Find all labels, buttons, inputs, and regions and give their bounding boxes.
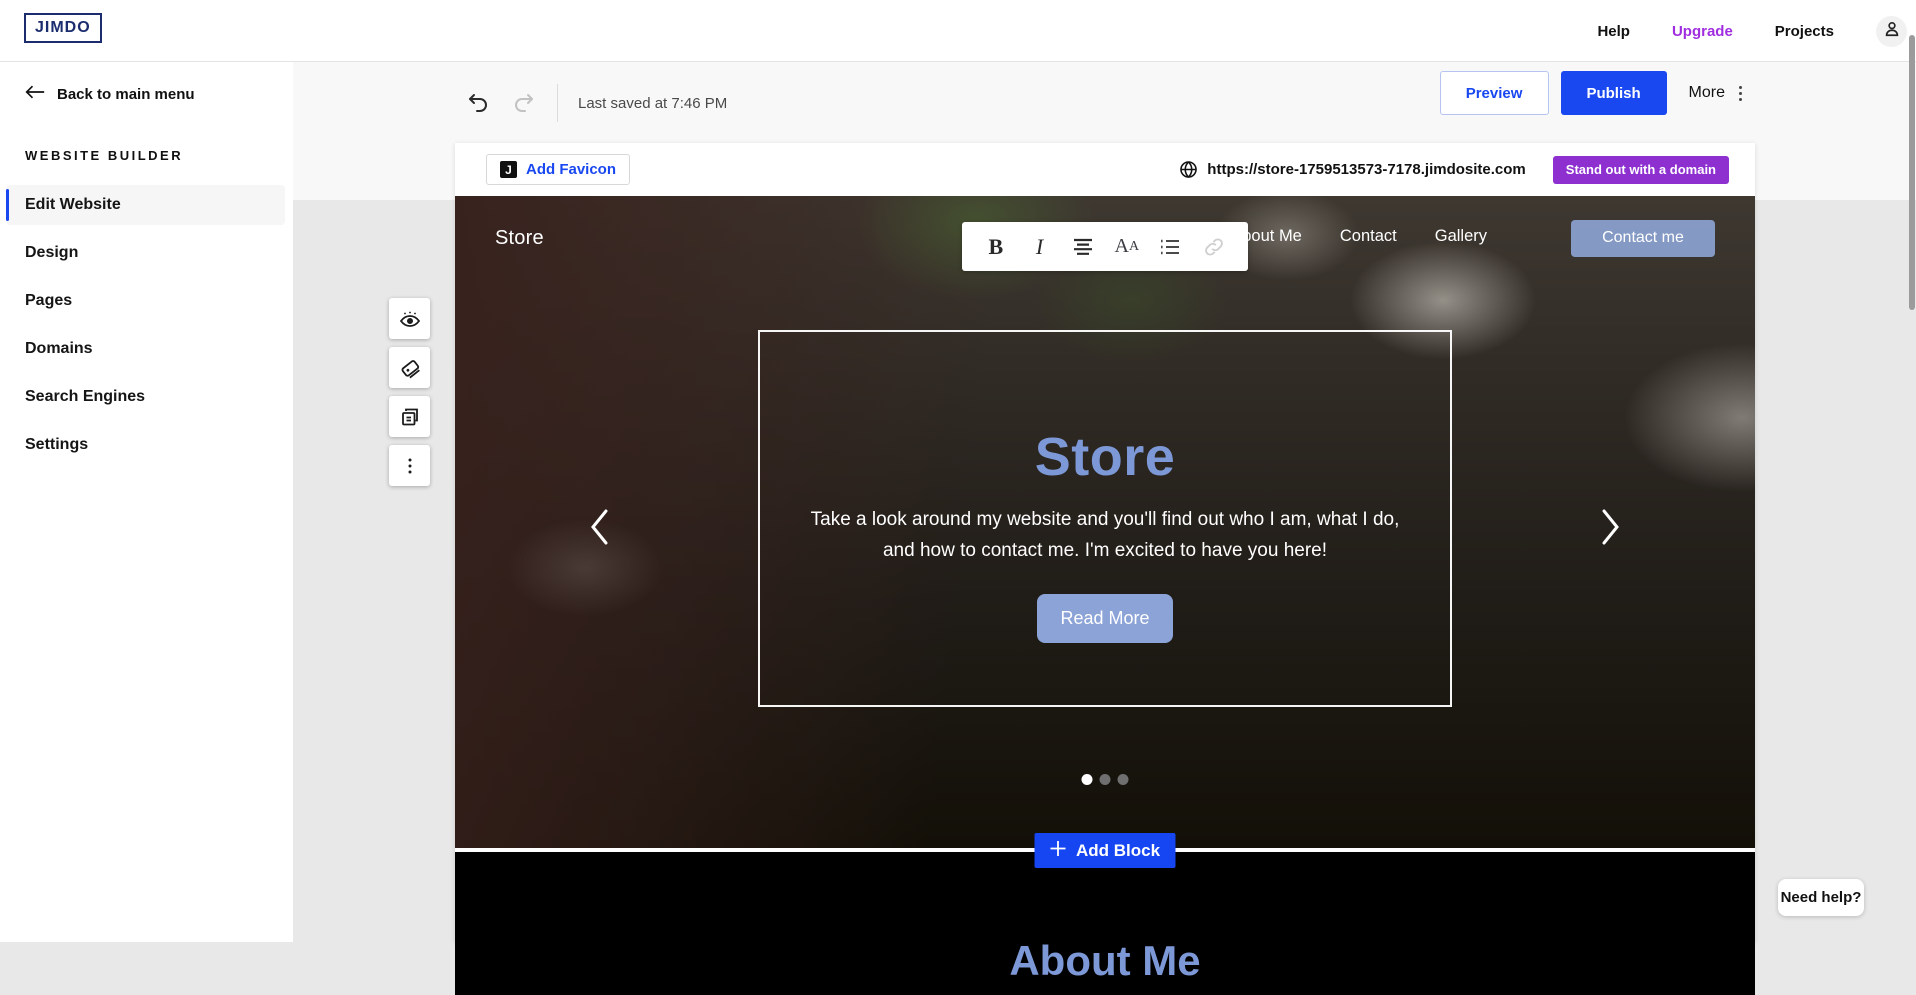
add-favicon-label: Add Favicon — [526, 161, 616, 178]
add-block-label: Add Block — [1076, 841, 1160, 861]
person-icon — [1882, 19, 1902, 44]
read-more-button[interactable]: Read More — [1037, 594, 1173, 643]
projects-link[interactable]: Projects — [1775, 23, 1834, 40]
carousel-prev-icon[interactable] — [588, 508, 610, 551]
sidebar-items: Edit Website Design Pages Domains Search… — [0, 185, 293, 465]
block-kebab-icon[interactable] — [389, 445, 430, 486]
preview-button[interactable]: Preview — [1440, 71, 1549, 115]
site-url[interactable]: https://store-1759513573-7178.jimdosite.… — [1207, 161, 1525, 178]
toolbar-divider — [557, 84, 558, 122]
back-to-main-menu[interactable]: Back to main menu — [0, 62, 293, 104]
carousel-dot-3[interactable] — [1118, 774, 1129, 785]
eye-icon[interactable] — [389, 298, 430, 339]
more-label: More — [1689, 84, 1725, 102]
link-icon[interactable] — [1199, 236, 1229, 258]
carousel-dot-1[interactable] — [1082, 774, 1093, 785]
redo-icon[interactable] — [511, 90, 537, 116]
hero-section[interactable]: Store Home About Me Contact Gallery Cont… — [455, 196, 1755, 848]
block-side-tools — [389, 298, 430, 486]
header-nav: Help Upgrade Projects — [1597, 0, 1907, 62]
domain-cta-button[interactable]: Stand out with a domain — [1553, 156, 1729, 184]
more-menu[interactable]: More — [1689, 84, 1742, 102]
sidebar-item-settings[interactable]: Settings — [6, 425, 285, 465]
last-saved-status: Last saved at 7:46 PM — [578, 95, 727, 112]
sidebar-item-domains[interactable]: Domains — [6, 329, 285, 369]
bold-icon[interactable]: B — [981, 234, 1011, 260]
sidebar-item-pages[interactable]: Pages — [6, 281, 285, 321]
globe-icon — [1179, 160, 1198, 179]
about-me-section[interactable]: About Me — [455, 852, 1755, 995]
carousel-dot-2[interactable] — [1100, 774, 1111, 785]
favicon-badge-icon: J — [500, 161, 517, 178]
arrow-left-icon — [25, 84, 45, 104]
plus-icon — [1050, 840, 1067, 862]
publish-button[interactable]: Publish — [1561, 71, 1667, 115]
carousel-dots — [1082, 774, 1129, 785]
sidebar-item-design[interactable]: Design — [6, 233, 285, 273]
undo-icon[interactable] — [465, 90, 491, 116]
sidebar-section-title: WEBSITE BUILDER — [0, 104, 293, 163]
jimdo-logo[interactable]: JIMDO — [24, 13, 102, 43]
sidebar-item-edit-website[interactable]: Edit Website — [6, 185, 285, 225]
hero-paragraph-line1: Take a look around my website and you'll… — [811, 509, 1368, 530]
account-avatar[interactable] — [1876, 16, 1907, 47]
page-scrollbar[interactable] — [1909, 35, 1915, 310]
italic-icon[interactable]: I — [1024, 234, 1054, 260]
need-help-button[interactable]: Need help? — [1778, 879, 1864, 916]
preview-chrome-bar: J Add Favicon https://store-1759513573-7… — [455, 143, 1755, 196]
carousel-next-icon[interactable] — [1600, 508, 1622, 551]
back-label: Back to main menu — [57, 86, 195, 103]
add-favicon-button[interactable]: J Add Favicon — [486, 154, 630, 185]
site-preview-frame: J Add Favicon https://store-1759513573-7… — [455, 143, 1755, 942]
style-icon[interactable] — [389, 347, 430, 388]
contact-me-button[interactable]: Contact me — [1571, 220, 1715, 257]
hero-paragraph[interactable]: Take a look around my website and you'll… — [805, 504, 1405, 566]
sidebar-item-search-engines[interactable]: Search Engines — [6, 377, 285, 417]
duplicate-icon[interactable] — [389, 396, 430, 437]
nav-contact[interactable]: Contact — [1340, 227, 1397, 250]
help-link[interactable]: Help — [1597, 23, 1630, 40]
kebab-icon — [1739, 86, 1742, 101]
text-format-toolbar: B I AA — [962, 222, 1248, 271]
list-icon[interactable] — [1155, 238, 1185, 256]
hero-title[interactable]: Store — [1035, 428, 1176, 486]
app-header: JIMDO Help Upgrade Projects — [0, 0, 1916, 62]
nav-gallery[interactable]: Gallery — [1435, 227, 1487, 250]
sidebar: Back to main menu WEBSITE BUILDER Edit W… — [0, 62, 293, 942]
upgrade-link[interactable]: Upgrade — [1672, 23, 1733, 40]
site-logo[interactable]: Store — [495, 227, 544, 250]
add-block-button[interactable]: Add Block — [1035, 833, 1176, 868]
about-me-heading: About Me — [1009, 937, 1200, 985]
align-center-icon[interactable] — [1068, 238, 1098, 256]
font-icon[interactable]: AA — [1112, 235, 1142, 258]
selected-block-outline[interactable]: Store Take a look around my website and … — [758, 330, 1452, 707]
